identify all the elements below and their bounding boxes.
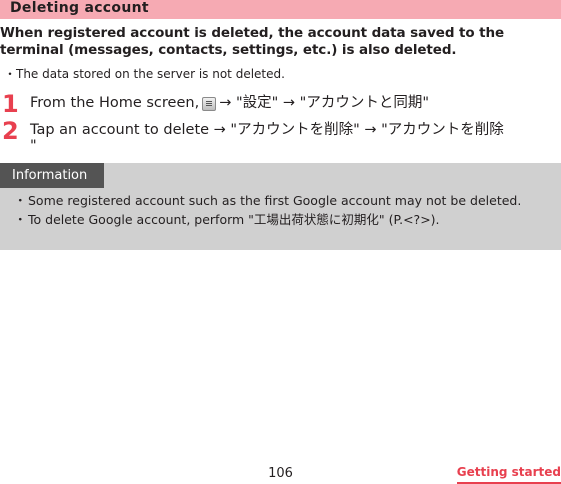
note-text: The data stored on the server is not del…: [16, 67, 285, 81]
step-2-text-continuation: ": [30, 138, 37, 154]
information-bullet: ・: [14, 193, 27, 208]
section-header: Deleting account: [0, 0, 561, 19]
section-title: Deleting account: [10, 0, 149, 16]
information-list: ・ Some registered account such as the fi…: [10, 193, 555, 231]
menu-key-icon: [202, 96, 217, 111]
note-bullet: ・: [4, 67, 17, 81]
information-label: Information: [12, 168, 88, 183]
information-item: ・ Some registered account such as the fi…: [10, 193, 555, 209]
lead-line-2: terminal (messages, contacts, settings, …: [0, 42, 457, 58]
information-item-text: To delete Google account, perform "工場出荷状…: [28, 212, 440, 227]
information-box: Information ・ Some registered account su…: [0, 163, 561, 250]
lead-line-1: When registered account is deleted, the …: [0, 25, 505, 41]
information-item: ・ To delete Google account, perform "工場出…: [10, 212, 555, 228]
step-1-text-after: → "設定" → "アカウントと同期": [219, 95, 429, 111]
footer-section-label: Getting started: [456, 465, 561, 484]
step-2-text: Tap an account to delete → "アカウントを削除" → …: [30, 122, 504, 138]
step-1-number: 1: [2, 90, 19, 118]
information-tab: Information: [0, 163, 104, 188]
step-1-text-before: From the Home screen,: [30, 95, 200, 111]
step-1-text: From the Home screen, → "設定" → "アカウントと同期": [30, 95, 429, 112]
information-item-text: Some registered account such as the firs…: [28, 193, 522, 208]
information-bullet: ・: [14, 212, 27, 227]
note: ・The data stored on the server is not de…: [4, 66, 285, 82]
step-2-number: 2: [2, 117, 19, 145]
lead-paragraph: When registered account is deleted, the …: [0, 25, 561, 59]
